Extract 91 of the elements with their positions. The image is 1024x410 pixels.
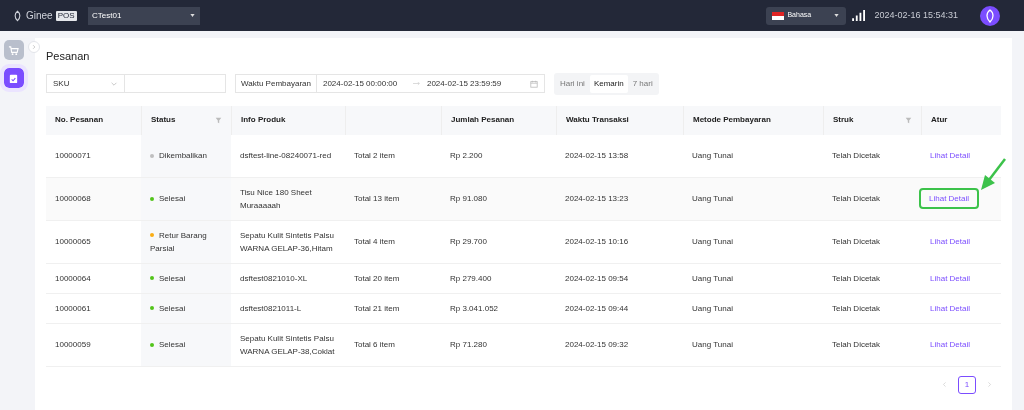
table-cell-text: 2024-02-15 13:58 <box>565 150 629 162</box>
table-cell-text: Rp 3.041.052 <box>450 302 499 315</box>
date-preset-tab[interactable]: Hari ini <box>555 74 589 93</box>
table-cell-text: Sepatu Kulit Sintetis Palsu WARNA GELAP-38,Coklat <box>240 332 336 358</box>
caret-icon <box>833 12 841 19</box>
column-header: Struk <box>833 114 854 126</box>
table-cell-text: 10000065 <box>55 236 91 248</box>
table-cell-text: Total 2 item <box>354 150 395 162</box>
logo-icon <box>12 9 23 22</box>
table-cell-text: Telah Dicetak <box>832 272 881 285</box>
table-cell-text: Rp 29.700 <box>450 236 487 248</box>
table-cell-text: Rp 2.200 <box>450 150 483 162</box>
status-text: Selesai <box>150 301 186 315</box>
status-text: Selesai <box>150 338 186 351</box>
column-header: Metode Pembayaran <box>693 114 771 126</box>
search-type-select[interactable]: SKU <box>46 74 125 93</box>
logo-badge: POS <box>55 10 77 21</box>
table-cell-text: dsftest0821010-XL <box>240 272 308 285</box>
column-header: Info Produk <box>241 114 286 126</box>
collapse-toggle[interactable] <box>28 41 40 53</box>
calendar-icon <box>529 79 538 88</box>
table-cell-text: 10000071 <box>55 150 91 162</box>
table-cell-text: Uang Tunai <box>692 193 733 205</box>
table-cell-text: Total 4 item <box>354 236 395 248</box>
table-cell-text: dsftest-line-08240071-red <box>240 150 332 162</box>
status-text: Dikembalikan <box>150 149 208 162</box>
signal-icon <box>852 10 868 21</box>
table-cell-text: 2024-02-15 09:32 <box>565 339 629 351</box>
table-cell-text: Total 6 item <box>354 339 395 351</box>
table-cell-text: 10000064 <box>55 272 91 285</box>
column-header: Waktu Transaksi <box>566 114 629 126</box>
date-preset-tab[interactable]: Kemarin <box>589 74 628 93</box>
logo-text: Ginee <box>26 9 53 23</box>
previous-page-icon[interactable] <box>941 381 948 388</box>
arrow-right-icon <box>412 81 420 86</box>
column-header: No. Pesanan <box>55 114 103 126</box>
page-title: Pesanan <box>46 49 91 64</box>
filter-icon[interactable] <box>905 116 912 124</box>
next-page-icon[interactable] <box>986 381 993 388</box>
table-cell-text: Rp 279.400 <box>450 272 492 285</box>
table-cell-text: Uang Tunai <box>692 339 733 351</box>
table-cell-text: Telah Dicetak <box>832 236 881 248</box>
cart-icon <box>8 44 19 56</box>
clipboard-check-icon <box>8 72 19 84</box>
date-preset-tab[interactable]: 7 hari <box>628 74 657 93</box>
search-input[interactable] <box>125 74 226 93</box>
avatar-icon[interactable] <box>980 5 1000 26</box>
status-text: Selesai <box>150 192 186 205</box>
table-cell-text: Total 13 item <box>354 193 400 205</box>
filter-icon[interactable] <box>215 116 222 124</box>
table-cell-text: Total 20 item <box>354 272 400 285</box>
table-cell-text: Rp 91.080 <box>450 193 487 205</box>
table-cell-text: 2024-02-15 10:16 <box>565 236 629 248</box>
store-select[interactable]: CTest01 <box>88 6 200 25</box>
table-cell-text: 10000061 <box>55 302 91 315</box>
flag-icon <box>772 11 785 20</box>
table-cell-text: 10000068 <box>55 193 91 205</box>
datetime-text: 2024-02-16 15:54:31 <box>874 8 958 22</box>
view-detail-link[interactable]: Lihat Detail <box>930 271 971 285</box>
column-header: Atur <box>931 114 948 126</box>
view-detail-link[interactable]: Lihat Detail <box>930 149 971 162</box>
table-cell-text: Uang Tunai <box>692 236 733 248</box>
view-detail-link[interactable]: Lihat Detail <box>921 190 978 207</box>
table-cell-text: Telah Dicetak <box>832 302 881 315</box>
view-detail-link[interactable]: Lihat Detail <box>930 301 971 315</box>
chevron-right-icon <box>31 44 37 50</box>
caret-icon <box>189 12 196 19</box>
table-cell-text: 2024-02-15 09:54 <box>565 272 629 285</box>
table-cell-text: Telah Dicetak <box>832 150 881 162</box>
date-label: Waktu Pembayaran <box>235 74 317 93</box>
table-cell-text: Telah Dicetak <box>832 193 881 205</box>
table-cell-text: Uang Tunai <box>692 272 733 285</box>
status-text: Retur Barang Parsial <box>150 229 208 255</box>
column-header: Jumlah Pesanan <box>451 114 515 126</box>
table-cell-text: 2024-02-15 09:44 <box>565 302 629 315</box>
view-detail-link[interactable]: Lihat Detail <box>930 338 971 351</box>
table-cell-text: 2024-02-15 13:23 <box>565 193 629 205</box>
table-cell-text: Telah Dicetak <box>832 339 881 351</box>
column-header: Status <box>151 114 176 126</box>
table-cell-text: Uang Tunai <box>692 302 733 315</box>
table-cell-text: Sepatu Kulit Sintetis Palsu WARNA GELAP-36,Hitam <box>240 229 335 255</box>
table-cell-text: Rp 71.280 <box>450 339 487 351</box>
table-cell-text: Total 21 item <box>354 302 400 315</box>
table-cell-text: Uang Tunai <box>692 150 733 162</box>
view-detail-link[interactable]: Lihat Detail <box>930 235 971 248</box>
date-range-field[interactable]: 2024-02-15 00:00:00 2024-02-15 23:59:59 <box>316 74 545 93</box>
table-cell-text: 10000059 <box>55 339 91 351</box>
table-cell-text: dsftest0821011-L <box>240 302 302 315</box>
page-button[interactable]: 1 <box>958 375 976 394</box>
table-cell-text: Tisu Nice 180 Sheet Muraaaaah <box>240 186 313 212</box>
status-text: Selesai <box>150 271 186 285</box>
